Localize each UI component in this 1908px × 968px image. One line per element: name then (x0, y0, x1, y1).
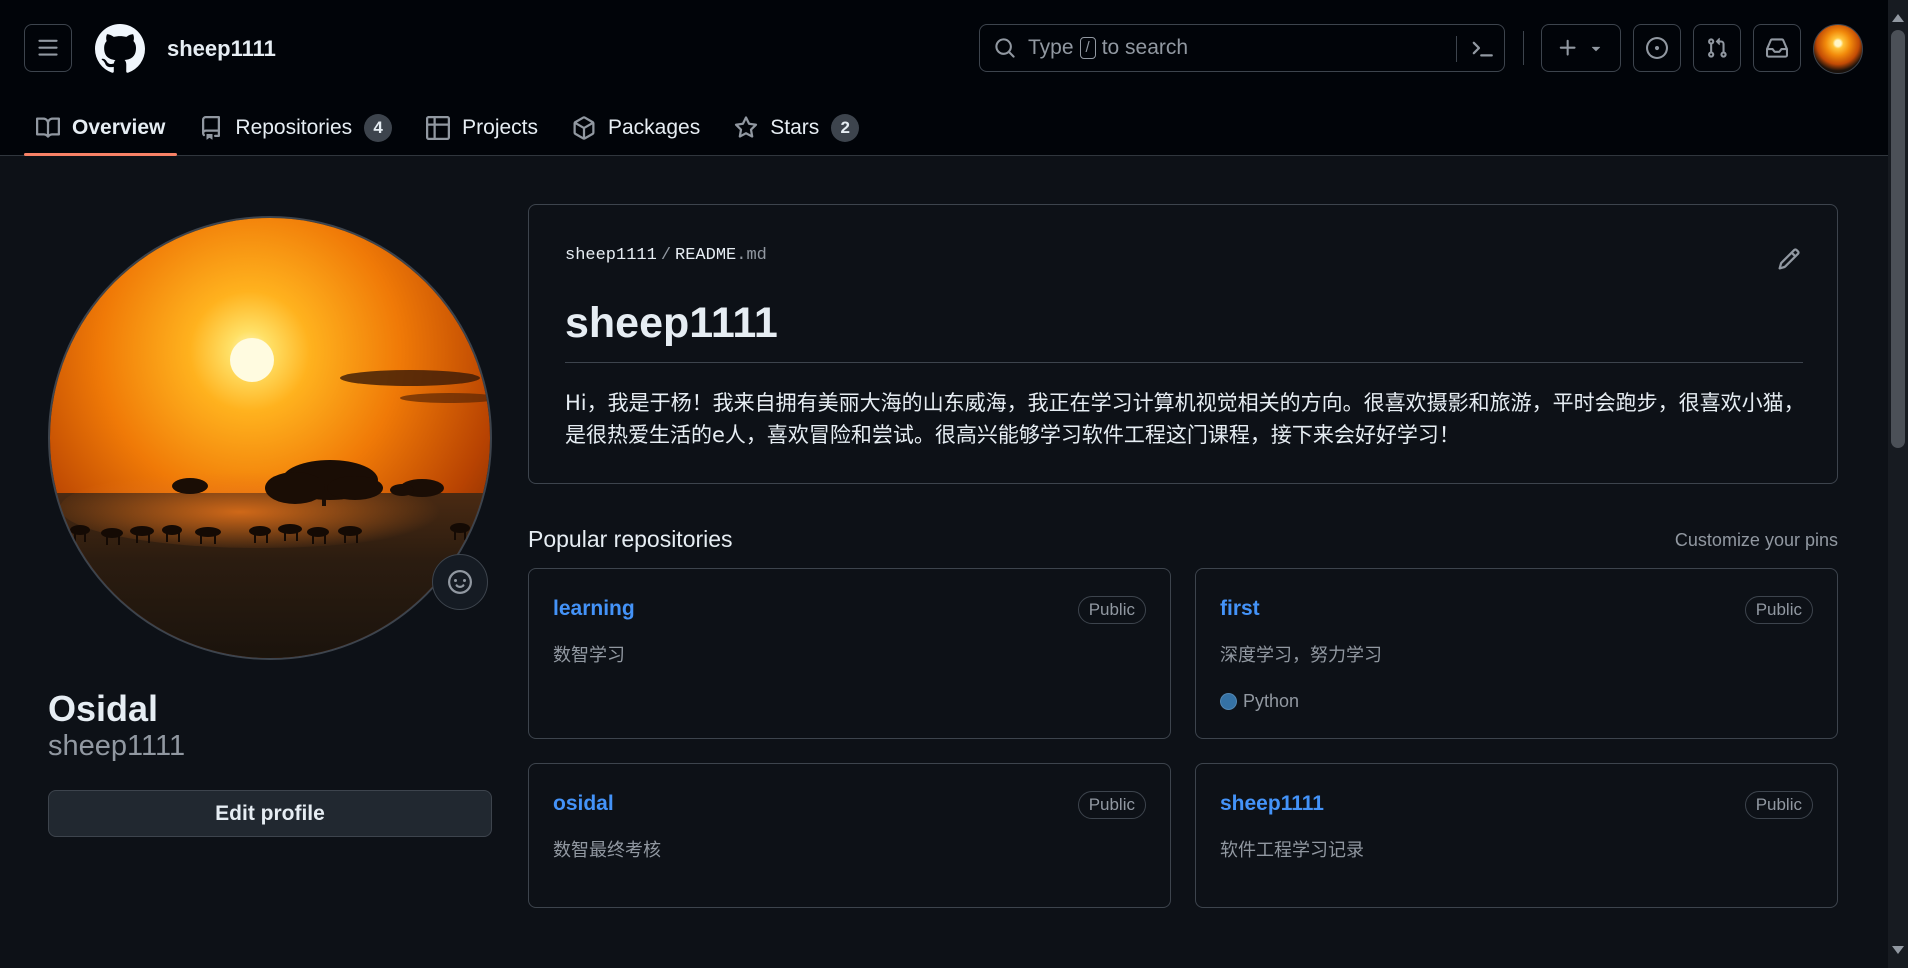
visibility-badge: Public (1744, 791, 1813, 819)
pull-requests-button[interactable] (1693, 24, 1741, 72)
tab-repositories[interactable]: Repositories 4 (187, 100, 404, 156)
tab-overview[interactable]: Overview (24, 100, 178, 156)
stars-count-badge: 2 (831, 114, 860, 142)
git-pull-request-icon (1708, 37, 1727, 58)
tab-label: Stars (770, 116, 820, 139)
user-avatar-menu[interactable] (1813, 24, 1863, 74)
triangle-down-icon (1591, 46, 1601, 52)
repo-card: first Public 深度学习，努力学习 Python (1195, 568, 1838, 739)
search-divider (1456, 36, 1457, 62)
profile-tabs: Overview Repositories 4 Projects Package… (24, 100, 881, 156)
readme-owner-link[interactable]: sheep1111 (565, 246, 657, 265)
repo-name-link[interactable]: first (1220, 597, 1260, 621)
repo-icon (199, 116, 223, 140)
inbox-icon (1766, 38, 1788, 58)
smiley-icon (448, 570, 472, 594)
edit-readme-button[interactable] (1777, 247, 1801, 271)
search-shortcut-key: / (1079, 37, 1096, 59)
star-icon (734, 116, 758, 140)
repo-name-link[interactable]: learning (553, 597, 635, 621)
readme-file-extension: .md (736, 246, 767, 265)
profile-login-name: sheep1111 (48, 730, 186, 762)
repo-description: 深度学习，努力学习 (1220, 645, 1382, 666)
readme-heading: sheep1111 (565, 299, 1803, 363)
sunset-savanna-image (50, 218, 490, 658)
tab-label: Packages (608, 116, 701, 139)
language-label: Python (1243, 691, 1300, 711)
repo-name-link[interactable]: osidal (553, 792, 614, 816)
page-scrollbar[interactable] (1888, 0, 1908, 968)
scrollbar-thumb[interactable] (1891, 30, 1905, 448)
create-new-button[interactable] (1541, 24, 1621, 72)
path-separator: / (660, 246, 672, 265)
visibility-badge: Public (1077, 791, 1146, 819)
inbox-button[interactable] (1753, 24, 1801, 72)
menu-button[interactable] (24, 24, 72, 72)
search-placeholder-end: to search (1101, 36, 1189, 59)
repo-description: 软件工程学习记录 (1220, 840, 1364, 861)
search-input[interactable]: Type / to search (979, 24, 1505, 72)
header-separator (1523, 31, 1524, 65)
issue-opened-icon (1646, 37, 1668, 59)
popular-repositories-title: Popular repositories (528, 526, 733, 552)
tab-projects[interactable]: Projects (414, 100, 550, 156)
book-icon (36, 116, 60, 140)
repo-description: 数智最终考核 (553, 840, 661, 861)
repo-description: 数智学习 (553, 645, 625, 666)
repo-card: learning Public 数智学习 (528, 568, 1171, 739)
tab-stars[interactable]: Stars 2 (722, 100, 871, 156)
edit-profile-button[interactable]: Edit profile (48, 790, 492, 837)
language-color-dot (1220, 693, 1237, 710)
github-logo[interactable] (94, 24, 145, 74)
profile-display-name: Osidal (48, 688, 159, 729)
command-palette-icon[interactable] (1470, 37, 1494, 61)
repositories-count-badge: 4 (364, 114, 393, 142)
tab-label: Repositories (235, 116, 353, 139)
repo-language: Python (1220, 691, 1299, 712)
scroll-up-arrow-icon[interactable] (1892, 14, 1904, 22)
table-icon (426, 116, 451, 140)
readme-path: sheep1111/README.md (565, 246, 767, 265)
scroll-down-arrow-icon[interactable] (1892, 946, 1904, 954)
visibility-badge: Public (1077, 596, 1146, 624)
search-icon (994, 37, 1016, 59)
repo-card: sheep1111 Public 软件工程学习记录 (1195, 763, 1838, 908)
issues-button[interactable] (1633, 24, 1681, 72)
hamburger-icon (38, 39, 58, 56)
package-icon (572, 116, 596, 140)
repo-name-link[interactable]: sheep1111 (1220, 792, 1324, 816)
visibility-badge: Public (1744, 596, 1813, 624)
tab-label: Overview (72, 116, 166, 139)
search-placeholder-start: Type (1028, 36, 1074, 59)
readme-body-text: Hi，我是于杨！我来自拥有美丽大海的山东威海，我正在学习计算机视觉相关的方向。很… (565, 391, 1805, 447)
tab-label: Projects (462, 116, 538, 139)
readme-card: sheep1111/README.md sheep1111 Hi，我是于杨！我来… (528, 204, 1838, 484)
github-mark-icon (94, 24, 145, 73)
context-username[interactable]: sheep1111 (167, 36, 276, 62)
profile-avatar[interactable] (48, 216, 492, 660)
repo-card: osidal Public 数智最终考核 (528, 763, 1171, 908)
pencil-icon (1778, 248, 1800, 270)
tab-packages[interactable]: Packages (560, 100, 712, 156)
readme-file-name[interactable]: README (675, 246, 736, 265)
set-status-button[interactable] (432, 554, 488, 610)
global-header: sheep1111 Type / to search Overview Repo… (0, 0, 1888, 156)
customize-pins-link[interactable]: Customize your pins (1675, 530, 1838, 551)
plus-icon (1559, 39, 1576, 56)
